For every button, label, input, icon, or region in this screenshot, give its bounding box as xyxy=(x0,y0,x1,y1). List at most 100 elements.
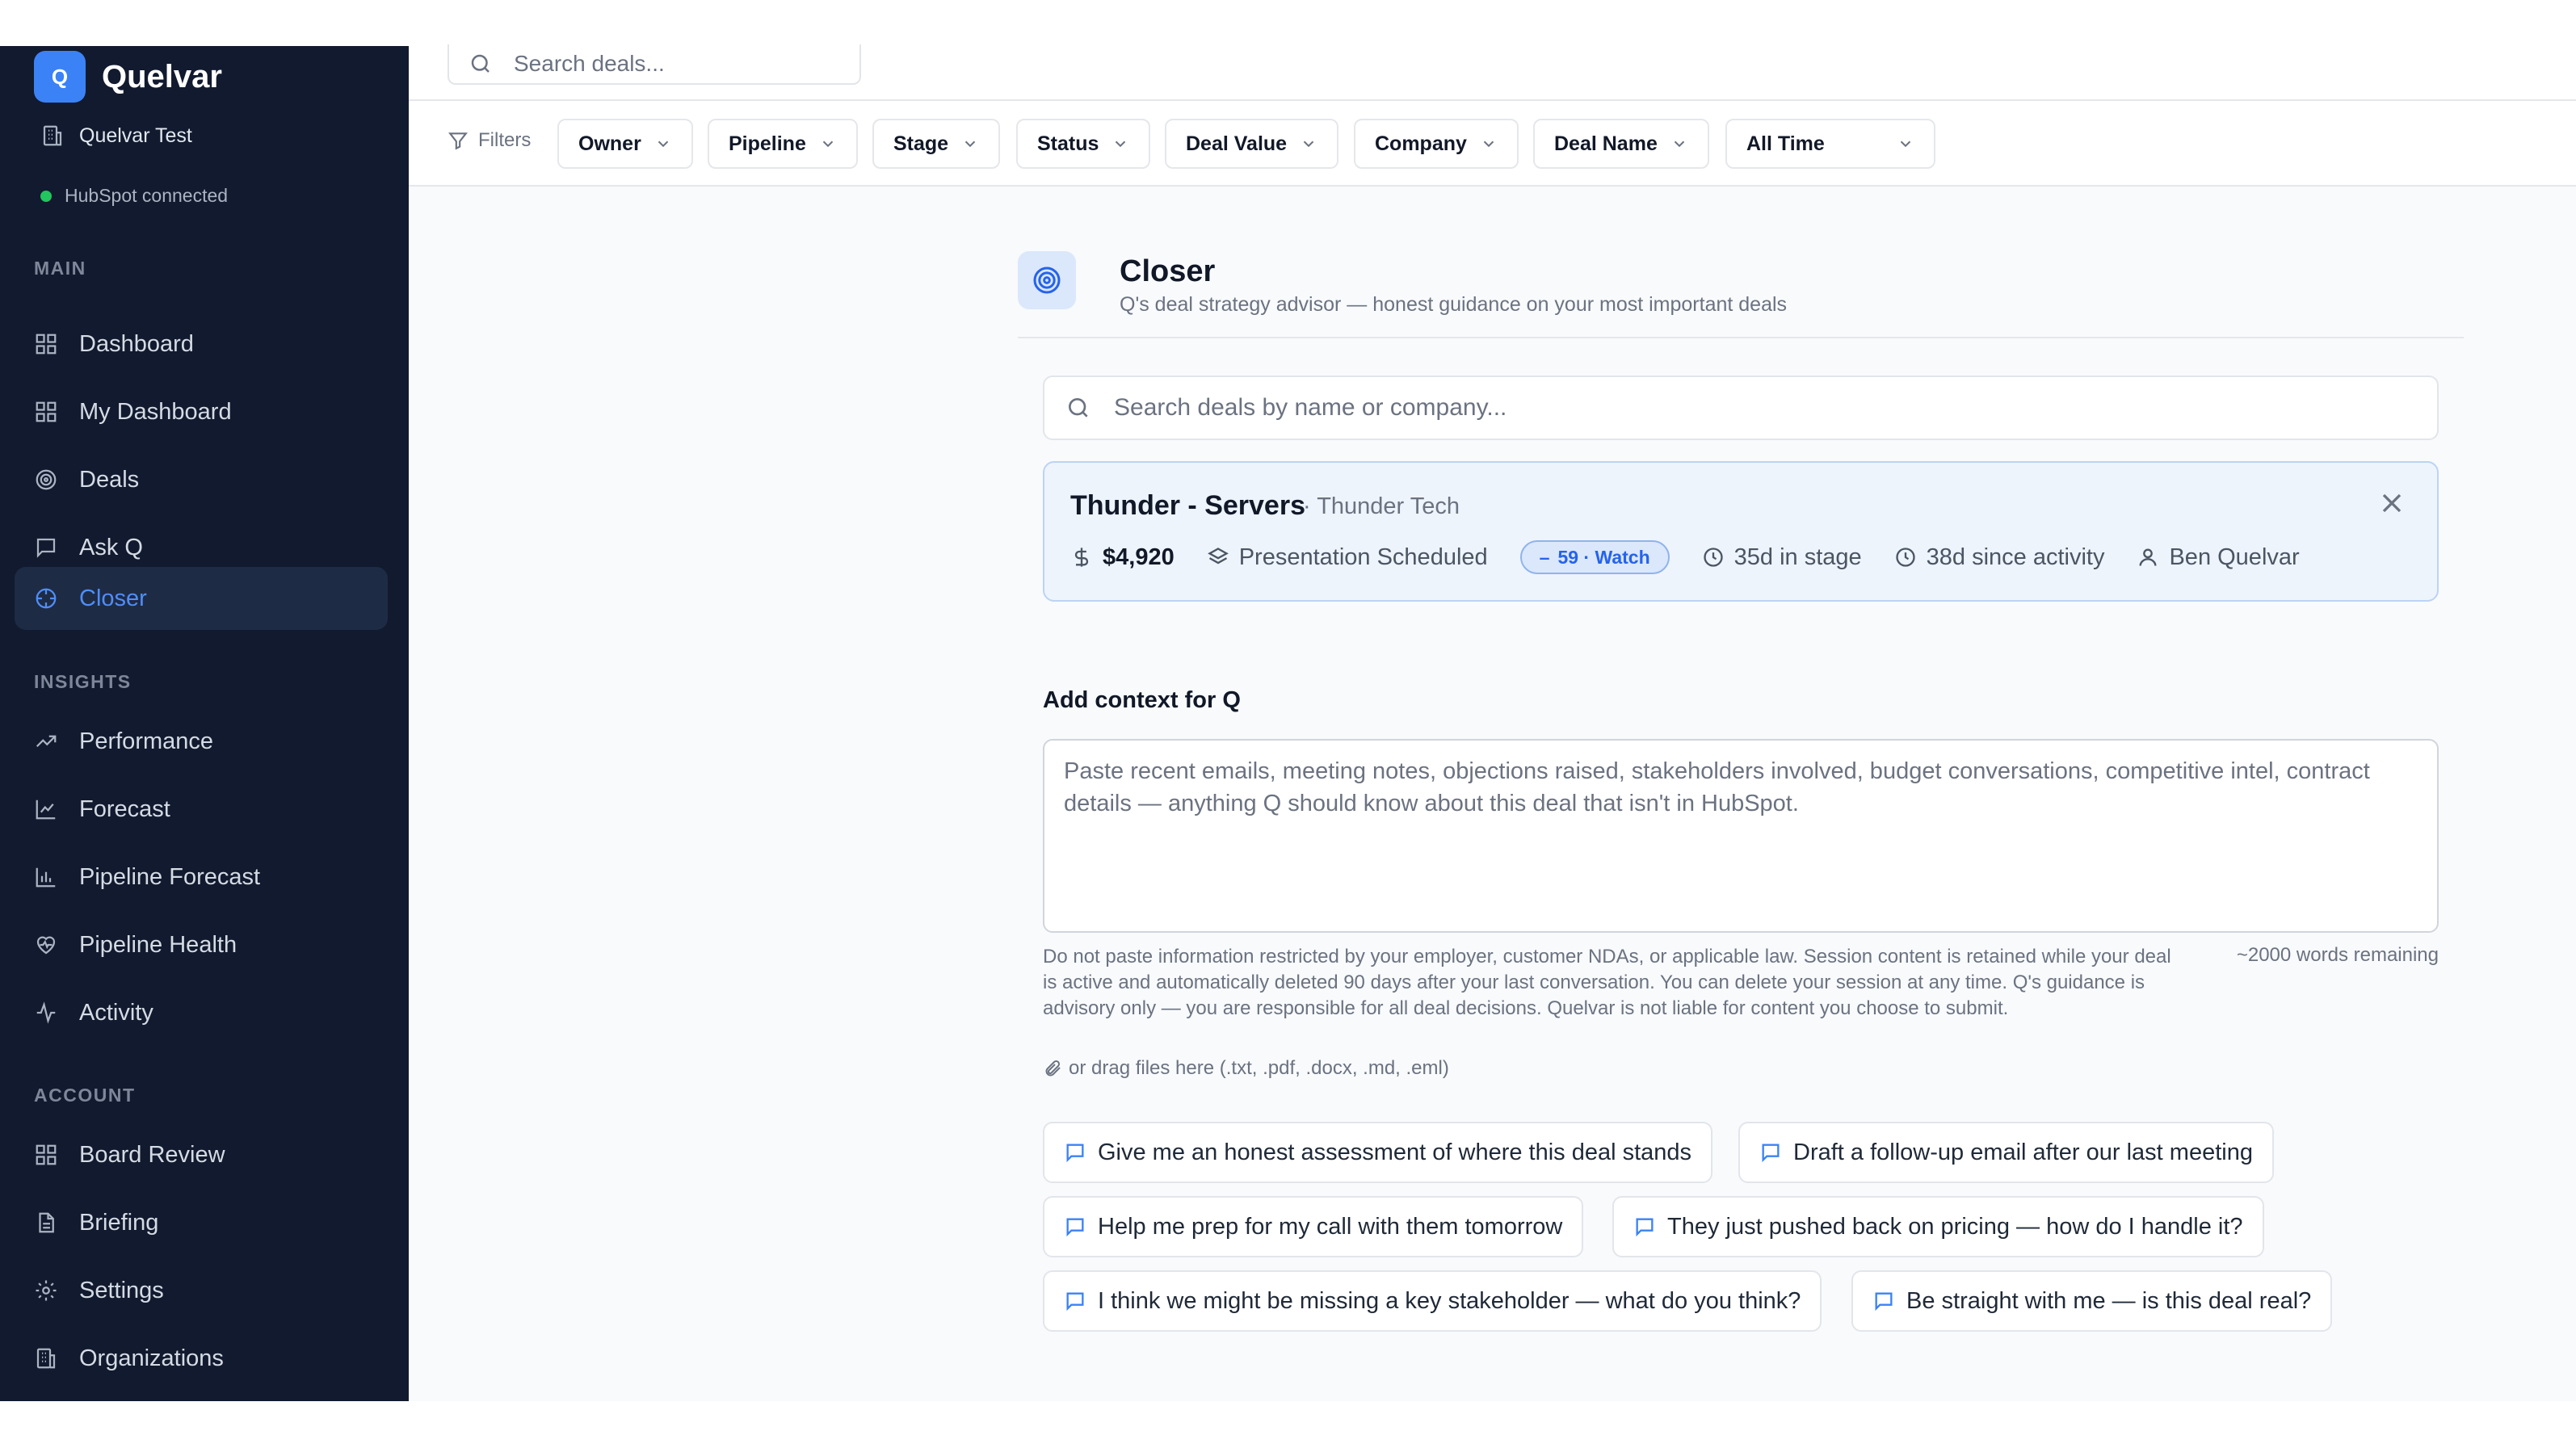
prompt-chip[interactable]: Be straight with me — is this deal real? xyxy=(1851,1270,2333,1332)
filter-label: Company xyxy=(1375,132,1467,155)
sidebar-item-performance[interactable]: Performance xyxy=(15,710,388,773)
sidebar-item-label: Forecast xyxy=(79,795,170,822)
close-icon[interactable] xyxy=(2376,487,2408,519)
deal-days-in-stage: 35d in stage xyxy=(1702,544,1862,571)
prompt-chip[interactable]: Draft a follow-up email after our last m… xyxy=(1738,1122,2274,1183)
sidebar-item-label: Organizations xyxy=(79,1345,224,1371)
integration-status-text: HubSpot connected xyxy=(65,185,229,206)
deal-meta: $4,920 Presentation Scheduled – 59 · Wat… xyxy=(1070,540,2332,574)
section-label-account: ACCOUNT xyxy=(34,1085,136,1106)
closer-logo xyxy=(1018,251,1076,309)
filter-label: Deal Name xyxy=(1554,132,1658,155)
heart-pulse-icon xyxy=(36,936,56,955)
sidebar-item-settings[interactable]: Settings xyxy=(15,1259,388,1322)
privacy-disclaimer: Do not paste information restricted by y… xyxy=(1043,946,2171,1019)
sidebar-item-forecast[interactable]: Forecast xyxy=(15,778,388,841)
closer-header xyxy=(1018,251,1076,309)
status-dot-icon xyxy=(40,190,52,202)
minus-icon: – xyxy=(1539,546,1550,568)
sidebar-item-label: Ask Q xyxy=(79,534,143,560)
clock-icon xyxy=(1895,548,1915,567)
days-in-stage-text: 35d in stage xyxy=(1733,544,1862,570)
section-label-main: MAIN xyxy=(34,258,86,279)
deal-company: · Thunder Tech xyxy=(1303,493,1460,519)
sidebar-item-label: Closer xyxy=(79,585,147,611)
filters-label: Filters xyxy=(448,129,531,152)
topbar: Search deals... xyxy=(409,44,2576,101)
building-icon xyxy=(36,1348,56,1369)
filter-owner[interactable]: Owner xyxy=(557,119,693,169)
filter-deal-name[interactable]: Deal Name xyxy=(1533,119,1709,169)
global-search-input[interactable]: Search deals... xyxy=(448,44,861,85)
prompt-chip[interactable]: They just pushed back on pricing — how d… xyxy=(1612,1196,2264,1257)
deal-value: $4,920 xyxy=(1070,544,1175,571)
health-score-text: 59 · Watch xyxy=(1557,546,1650,568)
funnel-icon xyxy=(448,132,468,150)
sidebar-item-dashboard[interactable]: Dashboard xyxy=(15,313,388,376)
sidebar-item-label: Pipeline Forecast xyxy=(79,863,261,890)
file-drop-hint[interactable]: or drag files here (.txt, .pdf, .docx, .… xyxy=(1043,1057,1449,1080)
prompt-chip-label: Be straight with me — is this deal real? xyxy=(1906,1287,2312,1314)
brand[interactable]: Q Quelvar xyxy=(34,51,222,103)
health-score-badge: – 59 · Watch xyxy=(1519,540,1670,574)
prompt-chip-label: Help me prep for my call with them tomor… xyxy=(1098,1213,1563,1240)
filter-stage[interactable]: Stage xyxy=(872,119,1001,169)
filter-status[interactable]: Status xyxy=(1016,119,1151,169)
sidebar-item-label: Performance xyxy=(79,728,214,754)
filter-time-range[interactable]: All Time xyxy=(1725,119,1935,169)
deal-search-input[interactable]: Search deals by name or company... xyxy=(1043,376,2439,440)
prompt-chip-label: Draft a follow-up email after our last m… xyxy=(1793,1139,2253,1165)
deal-value-text: $4,920 xyxy=(1103,544,1175,570)
chat-icon xyxy=(1636,1218,1654,1237)
main-content: Closer Q's deal strategy advisor — hones… xyxy=(409,187,2576,1401)
chevron-down-icon xyxy=(1900,141,1911,148)
section-label-insights: INSIGHTS xyxy=(34,671,132,692)
prompt-chip[interactable]: Help me prep for my call with them tomor… xyxy=(1043,1196,1584,1257)
chat-icon xyxy=(1066,1218,1084,1237)
sidebar-item-closer[interactable]: Closer xyxy=(15,567,388,630)
context-placeholder: Paste recent emails, meeting notes, obje… xyxy=(1064,758,2370,816)
words-remaining: ~2000 words remaining xyxy=(2236,944,2439,966)
chat-icon xyxy=(1875,1292,1893,1312)
building-icon xyxy=(43,125,62,146)
filter-pipeline[interactable]: Pipeline xyxy=(708,119,858,169)
brand-name: Quelvar xyxy=(102,58,222,94)
filter-deal-value[interactable]: Deal Value xyxy=(1165,119,1339,169)
sidebar-item-briefing[interactable]: Briefing xyxy=(15,1191,388,1254)
sidebar-item-pipeline-health[interactable]: Pipeline Health xyxy=(15,913,388,976)
line-chart-icon xyxy=(36,800,56,820)
brand-logo: Q xyxy=(34,51,86,103)
clock-icon xyxy=(1703,548,1723,567)
filter-company[interactable]: Company xyxy=(1354,119,1519,169)
bar-chart-icon xyxy=(36,867,56,888)
org-switcher[interactable]: Quelvar Test xyxy=(40,124,192,148)
file-drop-text: or drag files here (.txt, .pdf, .docx, .… xyxy=(1069,1057,1449,1079)
sidebar-item-my-dashboard[interactable]: My Dashboard xyxy=(15,380,388,443)
deal-owner: Ben Quelvar xyxy=(2137,544,2300,571)
context-label: Add context for Q xyxy=(1043,687,1241,713)
prompt-chip[interactable]: I think we might be missing a key stakeh… xyxy=(1043,1270,1822,1332)
sidebar-item-pipeline-forecast[interactable]: Pipeline Forecast xyxy=(15,846,388,909)
sidebar: Q Quelvar Quelvar Test HubSpot connected… xyxy=(0,46,409,1401)
sidebar-item-board-review[interactable]: Board Review xyxy=(15,1123,388,1186)
page-subtitle: Q's deal strategy advisor — honest guida… xyxy=(1120,293,1788,316)
sidebar-item-organizations[interactable]: Organizations xyxy=(15,1327,388,1390)
activity-icon xyxy=(36,1001,56,1024)
sidebar-item-activity[interactable]: Activity xyxy=(15,981,388,1044)
deal-name: Thunder - Servers xyxy=(1070,490,1305,521)
chat-icon xyxy=(1066,1144,1084,1163)
filters-label-text: Filters xyxy=(478,129,532,151)
user-icon xyxy=(2139,548,2157,566)
global-search-placeholder: Search deals... xyxy=(514,51,665,76)
sidebar-item-deals[interactable]: Deals xyxy=(15,448,388,511)
filter-label: Stage xyxy=(893,132,949,155)
integration-status: HubSpot connected xyxy=(40,185,228,207)
context-textarea[interactable]: Paste recent emails, meeting notes, obje… xyxy=(1043,739,2439,933)
grid-icon xyxy=(36,1144,57,1165)
deal-search-placeholder: Search deals by name or company... xyxy=(1114,394,1507,421)
paperclip-icon xyxy=(1045,1060,1061,1077)
chevron-down-icon xyxy=(822,141,834,148)
prompt-chip[interactable]: Give me an honest assessment of where th… xyxy=(1043,1122,1713,1183)
app-window: Q Quelvar Quelvar Test HubSpot connected… xyxy=(0,44,2576,1401)
chevron-down-icon xyxy=(1303,141,1314,148)
